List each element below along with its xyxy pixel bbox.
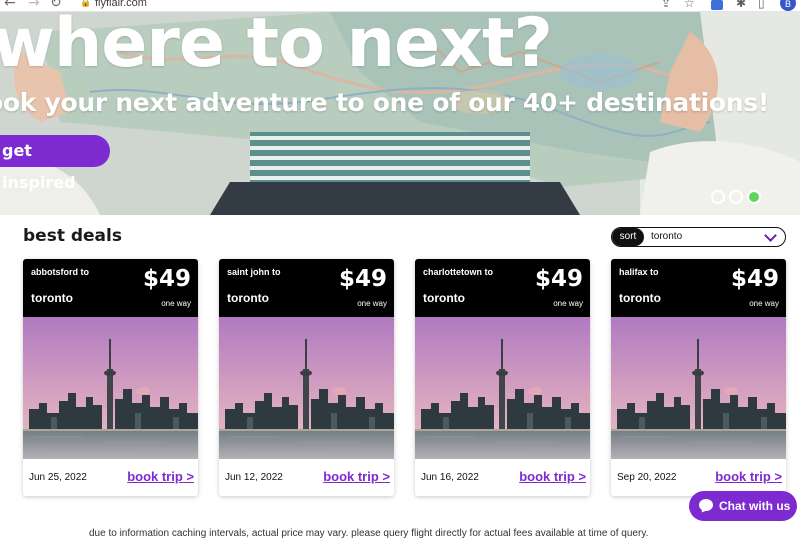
deal-card[interactable]: halifax to toronto $49 one way Sep 20, 2… bbox=[611, 259, 786, 496]
deal-price: $49 bbox=[730, 266, 779, 292]
deal-card-header: abbotsford to toronto $49 one way bbox=[23, 259, 198, 317]
translate-extension-icon[interactable] bbox=[711, 0, 723, 10]
deal-trip-type: one way bbox=[161, 299, 191, 308]
extensions-puzzle-icon[interactable]: ✱ bbox=[736, 0, 746, 10]
sort-select[interactable]: toronto bbox=[644, 228, 785, 246]
deal-destination: toronto bbox=[31, 291, 73, 305]
best-deals-heading: best deals bbox=[23, 226, 122, 246]
sort-control[interactable]: sort toronto bbox=[611, 227, 786, 247]
sort-selected-value: toronto bbox=[651, 231, 683, 242]
deal-destination: toronto bbox=[619, 291, 661, 305]
toronto-skyline-image bbox=[415, 317, 590, 459]
carousel-dot-3[interactable] bbox=[747, 190, 761, 204]
deal-origin: abbotsford to bbox=[31, 267, 89, 277]
deal-trip-type: one way bbox=[749, 299, 779, 308]
deal-trip-type: one way bbox=[357, 299, 387, 308]
deal-card-footer: Jun 12, 2022 book trip > bbox=[219, 459, 394, 496]
get-inspired-button[interactable]: get inspired bbox=[0, 135, 110, 192]
deal-image bbox=[219, 317, 394, 459]
sort-label: sort bbox=[612, 228, 644, 246]
chevron-down-icon bbox=[764, 229, 777, 242]
forward-icon[interactable]: → bbox=[28, 0, 40, 11]
deal-price: $49 bbox=[534, 266, 583, 292]
browser-toolbar: ← → ↻ 🔒 flyflair.com ⇪ ☆ ✱ ▯ B bbox=[0, 0, 800, 12]
share-icon[interactable]: ⇪ bbox=[661, 0, 671, 10]
reload-icon[interactable]: ↻ bbox=[50, 0, 62, 11]
deal-date: Sep 20, 2022 bbox=[617, 472, 677, 483]
book-trip-link[interactable]: book trip > bbox=[323, 469, 390, 484]
deal-image bbox=[415, 317, 590, 459]
deal-card-header: charlottetown to toronto $49 one way bbox=[415, 259, 590, 317]
book-trip-link[interactable]: book trip > bbox=[519, 469, 586, 484]
hero-subtitle: ook your next adventure to one of our 40… bbox=[0, 88, 769, 117]
deal-image bbox=[23, 317, 198, 459]
deal-origin: charlottetown to bbox=[423, 267, 493, 277]
deal-destination: toronto bbox=[227, 291, 269, 305]
toronto-skyline-image bbox=[219, 317, 394, 459]
deal-card[interactable]: charlottetown to toronto $49 one way Jun… bbox=[415, 259, 590, 496]
deal-card[interactable]: saint john to toronto $49 one way Jun 12… bbox=[219, 259, 394, 496]
deal-date: Jun 16, 2022 bbox=[421, 472, 479, 483]
toronto-skyline-image bbox=[23, 317, 198, 459]
price-disclaimer: due to information caching intervals, ac… bbox=[89, 528, 649, 539]
hero-banner: where to next? ook your next adventure t… bbox=[0, 12, 800, 215]
deal-destination: toronto bbox=[423, 291, 465, 305]
back-icon[interactable]: ← bbox=[4, 0, 16, 11]
carousel-dot-2[interactable] bbox=[729, 190, 743, 204]
book-trip-link[interactable]: book trip > bbox=[127, 469, 194, 484]
deal-image bbox=[611, 317, 786, 459]
book-trip-link[interactable]: book trip > bbox=[715, 469, 782, 484]
deal-date: Jun 25, 2022 bbox=[29, 472, 87, 483]
hero-title: where to next? bbox=[0, 12, 553, 83]
deal-price: $49 bbox=[142, 266, 191, 292]
bookmark-star-icon[interactable]: ☆ bbox=[684, 0, 695, 10]
deal-price: $49 bbox=[338, 266, 387, 292]
deal-card-footer: Jun 16, 2022 book trip > bbox=[415, 459, 590, 496]
deal-card-footer: Jun 25, 2022 book trip > bbox=[23, 459, 198, 496]
deal-trip-type: one way bbox=[553, 299, 583, 308]
lock-icon[interactable]: 🔒 bbox=[80, 0, 91, 8]
deal-card-header: halifax to toronto $49 one way bbox=[611, 259, 786, 317]
side-panel-icon[interactable]: ▯ bbox=[758, 0, 765, 10]
chat-with-us-button[interactable]: Chat with us bbox=[689, 491, 797, 521]
chat-bubble-icon bbox=[699, 499, 713, 511]
carousel-dot-1[interactable] bbox=[711, 190, 725, 204]
deal-origin: saint john to bbox=[227, 267, 281, 277]
deal-origin: halifax to bbox=[619, 267, 659, 277]
deal-date: Jun 12, 2022 bbox=[225, 472, 283, 483]
profile-avatar[interactable]: B bbox=[780, 0, 796, 11]
deal-card[interactable]: abbotsford to toronto $49 one way Jun 25… bbox=[23, 259, 198, 496]
carousel-indicators bbox=[711, 190, 761, 204]
address-bar[interactable]: flyflair.com bbox=[95, 0, 147, 9]
toronto-skyline-image bbox=[611, 317, 786, 459]
chat-label: Chat with us bbox=[719, 499, 791, 513]
deal-card-header: saint john to toronto $49 one way bbox=[219, 259, 394, 317]
